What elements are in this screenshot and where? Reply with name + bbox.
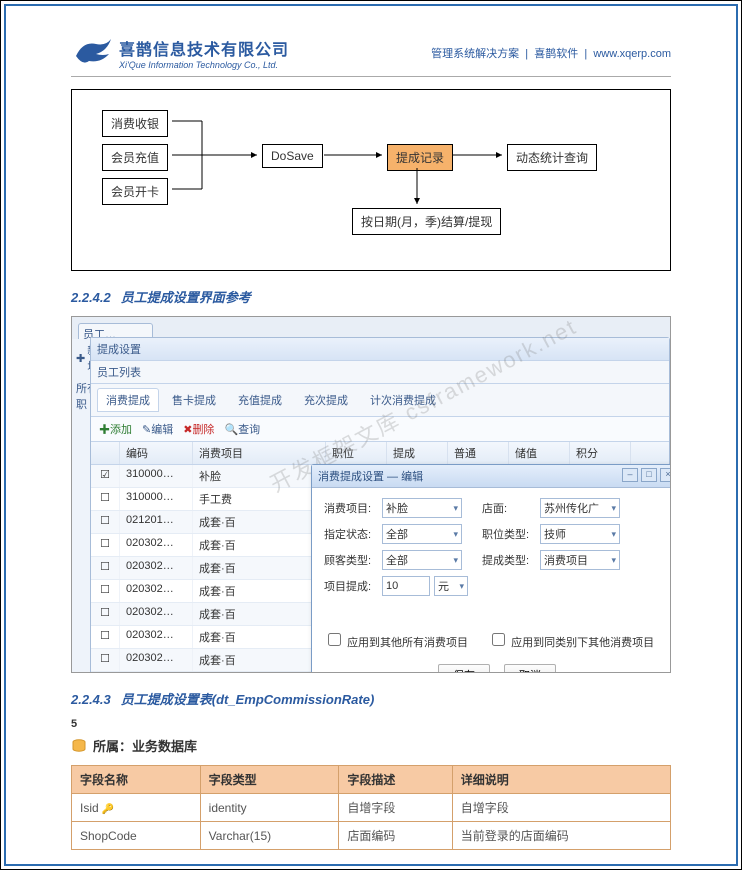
tab-card[interactable]: 售卡提成 — [163, 388, 225, 412]
apply-all-checkbox[interactable]: 应用到其他所有消费项目 — [324, 630, 468, 650]
rate-unit-select[interactable]: 元▾ — [434, 576, 468, 596]
save-button[interactable]: 保存 — [438, 664, 490, 673]
section-heading: 2.2.4.3员工提成设置表(dt_EmpCommissionRate) — [71, 689, 671, 708]
site-link[interactable]: www.xqerp.com — [593, 48, 671, 60]
delete-button[interactable]: ✖删除 — [183, 421, 214, 437]
flow-diagram: 消费收银 会员充值 会员开卡 DoSave 提成记录 动态统计查询 按日期(月，… — [71, 89, 671, 271]
dialog-title: 消费提成设置 — 编辑 — [318, 468, 423, 484]
cancel-button[interactable]: 取消 — [504, 664, 556, 673]
edit-dialog: 消费提成设置 — 编辑 – □ × 消费项目: 补脸▾ 店面: — [311, 464, 671, 673]
tab-count[interactable]: 充次提成 — [295, 388, 357, 412]
schema-table: 字段名称字段类型字段描述详细说明 Isid 🔑identity自增字段自增字段S… — [71, 765, 671, 850]
bird-logo-icon — [71, 36, 113, 70]
header-nav: 管理系统解决方案 | 喜鹊软件 | www.xqerp.com — [431, 45, 671, 61]
minimize-icon[interactable]: – — [622, 468, 638, 482]
company-name-en: Xi'Que Information Technology Co., Ltd. — [119, 60, 289, 70]
search-button[interactable]: 🔍查询 — [224, 421, 260, 437]
rate-type-select[interactable]: 消费项目▾ — [540, 550, 620, 570]
state-select[interactable]: 全部▾ — [382, 524, 462, 544]
ownership-label: 所属：业务数据库 — [71, 736, 671, 755]
edit-button[interactable]: ✎编辑 — [142, 421, 173, 437]
apply-category-checkbox[interactable]: 应用到同类别下其他消费项目 — [488, 630, 654, 650]
company-name-cn: 喜鹊信息技术有限公司 — [119, 36, 289, 60]
window-subtitle: 员工列表 — [91, 361, 669, 384]
tab-bar: 消费提成 售卡提成 充值提成 充次提成 计次消费提成 — [91, 384, 669, 417]
maximize-icon[interactable]: □ — [641, 468, 657, 482]
tab-recharge[interactable]: 充值提成 — [229, 388, 291, 412]
add-button[interactable]: ✚添加 — [99, 421, 132, 437]
section-heading: 2.2.4.2员工提成设置界面参考 — [71, 287, 671, 306]
note-number: 5 — [71, 718, 671, 730]
window-title: 提成设置 — [91, 338, 669, 361]
item-select[interactable]: 补脸▾ — [382, 498, 462, 518]
position-type-select[interactable]: 技师▾ — [540, 524, 620, 544]
toolbar: ✚添加 ✎编辑 ✖删除 🔍查询 — [91, 417, 669, 442]
customer-type-select[interactable]: 全部▾ — [382, 550, 462, 570]
ui-screenshot: 员工… ✚新增 所有职 提成设置 员工列表 消费提成 售卡提成 充值提成 充次提… — [71, 316, 671, 673]
logo: 喜鹊信息技术有限公司 Xi'Que Information Technology… — [71, 36, 289, 70]
table-row[interactable]: ☐020302…成套·百 — [91, 672, 669, 673]
rate-value-input[interactable]: 10 — [382, 576, 430, 596]
page-header: 喜鹊信息技术有限公司 Xi'Que Information Technology… — [71, 36, 671, 70]
tab-percount[interactable]: 计次消费提成 — [361, 388, 445, 412]
database-icon — [71, 738, 87, 754]
tab-consume[interactable]: 消费提成 — [97, 388, 159, 412]
close-icon[interactable]: × — [660, 468, 671, 482]
store-select[interactable]: 苏州传化广▾ — [540, 498, 620, 518]
